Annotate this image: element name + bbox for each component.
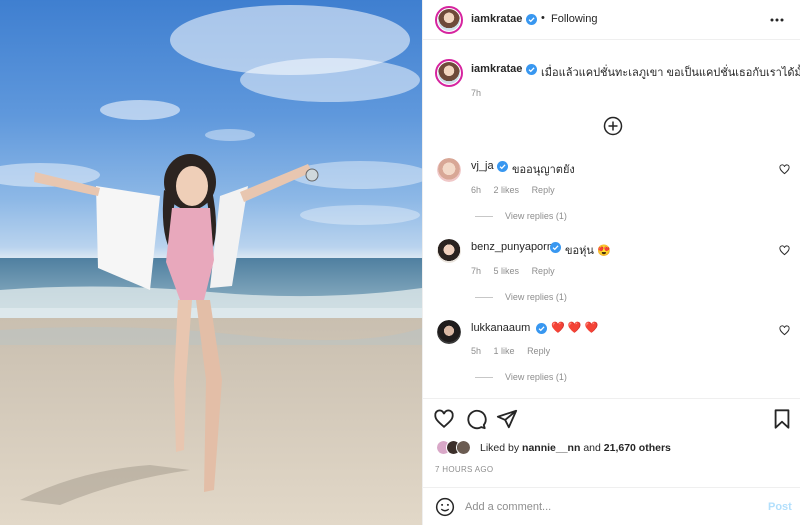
author-avatar-image — [438, 9, 460, 31]
view-replies-line — [475, 297, 493, 299]
comment-time: 5h — [471, 346, 482, 356]
comment-likes[interactable]: 5 likes — [494, 266, 520, 276]
view-replies-label: View replies (1) — [505, 211, 567, 221]
caption-author-avatar[interactable] — [435, 59, 463, 87]
verified-badge-icon — [497, 161, 508, 172]
comment-heart-icon[interactable] — [779, 164, 790, 175]
caption-text: เมื่อแล้วแคปชั่นทะเลภูเขา ขอเป็นแคปชั่นเ… — [541, 67, 800, 79]
send-icon[interactable] — [496, 408, 518, 430]
comment-heart-icon[interactable] — [779, 245, 790, 256]
beach-photo-illustration — [0, 5, 422, 525]
commenter-avatar-image — [437, 239, 461, 263]
heart-icon[interactable] — [433, 408, 455, 430]
comment-meta: 6h 2 likes Reply — [471, 185, 565, 195]
comment-username[interactable]: vj_ja — [471, 160, 494, 172]
smiley-icon[interactable] — [435, 497, 455, 517]
post-header: iamkratae • Following — [423, 0, 800, 40]
liked-by-avatars[interactable] — [436, 440, 480, 456]
reply-button[interactable]: Reply — [527, 346, 550, 356]
liked-by-user[interactable]: nannie__nn — [522, 442, 580, 454]
comment-text: ขอหุ่น 😍 — [565, 245, 611, 257]
comment-text: ขออนุญาตยัง — [512, 164, 575, 176]
post-photo[interactable] — [0, 0, 422, 525]
view-replies-line — [475, 377, 493, 379]
author-avatar[interactable] — [435, 6, 463, 34]
liker-avatar-image — [457, 441, 470, 454]
post-comment-button[interactable]: Post — [768, 501, 792, 513]
comment-icon[interactable] — [465, 408, 487, 430]
instagram-post-modal: iamkratae • Following iamkratae เมื่อแล้… — [0, 0, 800, 525]
comment-meta: 7h 5 likes Reply — [471, 266, 565, 276]
plus-circle-icon[interactable] — [603, 116, 623, 136]
view-replies-button[interactable]: View replies (1) — [475, 292, 567, 302]
comment-likes[interactable]: 1 like — [494, 346, 515, 356]
comment-box-divider — [423, 487, 800, 488]
view-replies-label: View replies (1) — [505, 292, 567, 302]
liker-avatar — [456, 440, 471, 455]
bookmark-icon[interactable] — [771, 408, 793, 430]
follow-status-button[interactable]: Following — [551, 13, 597, 25]
comment-likes[interactable]: 2 likes — [494, 185, 520, 195]
comment-time: 7h — [471, 266, 482, 276]
post-time-ago[interactable]: 7 HOURS AGO — [435, 465, 493, 474]
comment-username[interactable]: benz_punyaporn — [471, 241, 553, 253]
header-separator: • — [541, 12, 545, 24]
liked-by-others[interactable]: 21,670 others — [604, 442, 671, 454]
liked-by-summary: Liked by nannie__nn and 21,670 others — [480, 442, 671, 454]
comment-username[interactable]: lukkanaaum — [471, 322, 530, 334]
author-username[interactable]: iamkratae — [471, 13, 522, 25]
reply-button[interactable]: Reply — [532, 185, 555, 195]
view-replies-label: View replies (1) — [505, 372, 567, 382]
caption-username[interactable]: iamkratae — [471, 63, 522, 75]
verified-badge-icon — [526, 64, 537, 75]
commenter-avatar-image — [437, 158, 461, 182]
comment-meta: 5h 1 like Reply — [471, 346, 560, 356]
commenter-avatar-image — [437, 320, 461, 344]
more-horizontal-icon[interactable] — [768, 14, 786, 26]
commenter-avatar[interactable] — [437, 239, 461, 263]
actions-divider — [423, 398, 800, 399]
post-details-panel: iamkratae • Following iamkratae เมื่อแล้… — [422, 0, 800, 525]
comment-heart-icon[interactable] — [779, 325, 790, 336]
comment-text: ❤️ ❤️ ❤️ — [551, 322, 599, 334]
commenter-avatar[interactable] — [437, 158, 461, 182]
commenter-avatar[interactable] — [437, 320, 461, 344]
view-replies-line — [475, 216, 493, 218]
comment-time: 6h — [471, 185, 482, 195]
view-replies-button[interactable]: View replies (1) — [475, 211, 567, 221]
caption-avatar-image — [438, 62, 460, 84]
caption-time: 7h — [471, 88, 482, 98]
verified-badge-icon — [550, 242, 561, 253]
add-comment-input[interactable] — [465, 499, 745, 515]
liked-by-prefix: Liked by — [480, 442, 520, 454]
verified-badge-icon — [536, 323, 547, 334]
reply-button[interactable]: Reply — [532, 266, 555, 276]
view-replies-button[interactable]: View replies (1) — [475, 372, 567, 382]
verified-badge-icon — [526, 14, 537, 25]
liked-by-middle: and — [583, 442, 601, 454]
